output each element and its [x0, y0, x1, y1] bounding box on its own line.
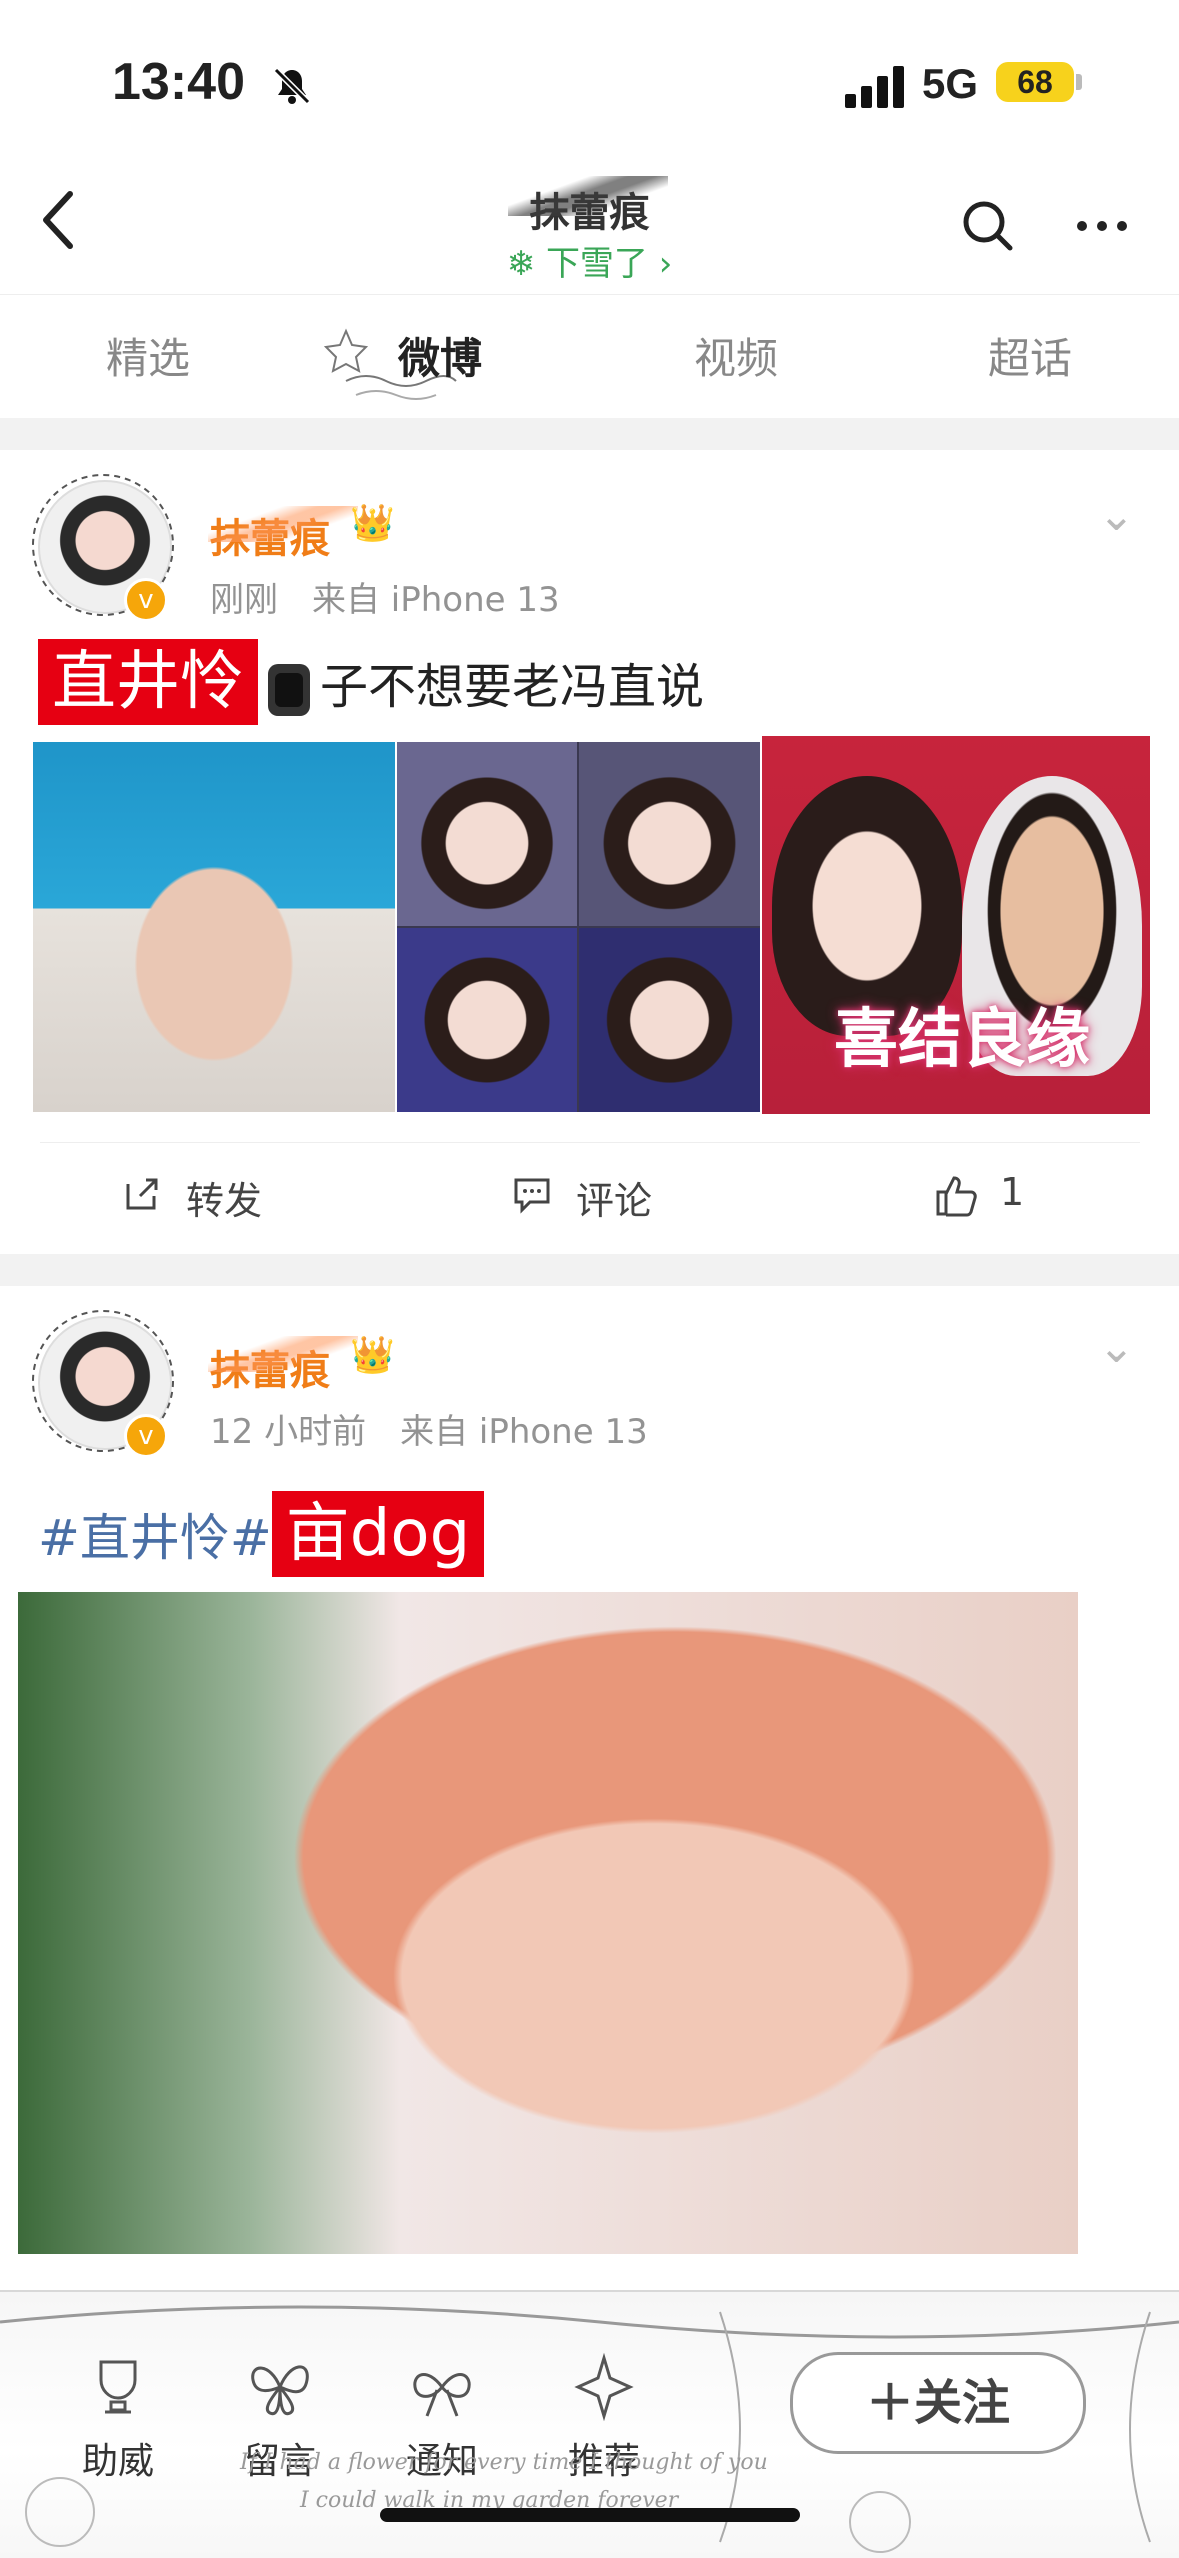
section-divider — [0, 418, 1179, 450]
script-line-1: If I had a flower for every time I thoug… — [240, 2450, 768, 2475]
tab-weibo[interactable]: 微博 — [340, 325, 540, 386]
sparkle-icon — [574, 2352, 634, 2422]
cheer-label: 助威 — [81, 2441, 154, 2482]
post-source: 来自 iPhone 13 — [312, 580, 560, 620]
network-type: 5G — [922, 60, 979, 107]
tab-super-topic[interactable]: 超话 — [930, 325, 1130, 386]
verified-badge: v — [124, 1414, 168, 1458]
tab-featured[interactable]: 精选 — [48, 325, 248, 386]
image-caption: 喜结良缘 — [834, 1003, 1090, 1077]
red-tag: 亩dog — [271, 1491, 485, 1577]
post-image-large[interactable] — [18, 1592, 1078, 2254]
cheer-button[interactable]: 助威 — [58, 2352, 178, 2484]
search-icon — [963, 201, 1013, 251]
post-menu-chevron-icon[interactable]: ⌄ — [1098, 490, 1135, 541]
post-card: v 抹蕾痕 👑 刚刚 来自 iPhone 13 ⌄ 直井怜子不想要老冯直说 喜结… — [0, 450, 1179, 1250]
action-divider — [40, 1142, 1140, 1143]
post-image-3[interactable]: 喜结良缘 — [762, 736, 1150, 1114]
butterfly-icon — [251, 2365, 309, 2416]
post-body: 子不想要老冯直说 — [320, 659, 705, 715]
bow-icon — [413, 2373, 471, 2417]
post-text: #直井怜# 亩dog — [38, 1482, 485, 1577]
more-icon — [1077, 221, 1127, 231]
thumbs-up-icon — [936, 1176, 977, 1217]
post-text: 直井怜 子不想要老冯直说 — [38, 630, 705, 725]
status-bar: 13:40 5G 68 — [0, 0, 1179, 150]
weather-text: 下雪了 › — [545, 244, 673, 284]
comment-label: 评论 — [576, 1179, 653, 1223]
post-time: 12 小时前 — [210, 1412, 367, 1452]
follow-button[interactable]: ＋关注 — [790, 2352, 1086, 2454]
title-scribble — [508, 176, 668, 216]
tab-video[interactable]: 视频 — [636, 325, 836, 386]
repost-label: 转发 — [186, 1179, 263, 1223]
post-image-1[interactable] — [33, 742, 395, 1112]
bell-off-icon — [272, 66, 312, 115]
battery-tip — [1076, 74, 1082, 90]
more-button[interactable] — [1072, 198, 1132, 254]
nav-bar: 抹蕾痕 ❄ 下雪了 › — [0, 150, 1179, 292]
comment-icon — [514, 1178, 550, 1214]
post-source: 来自 iPhone 13 — [400, 1412, 648, 1452]
tab-bar: 精选 微博 视频 超话 — [0, 294, 1179, 417]
repost-icon — [126, 1178, 158, 1210]
watch-icon — [268, 664, 310, 716]
hashtag-link[interactable]: #直井怜# — [38, 1509, 272, 1567]
trophy-icon — [99, 2360, 137, 2414]
post-meta: 12 小时前 来自 iPhone 13 — [210, 1404, 648, 1453]
crown-icon: 👑 — [350, 1335, 395, 1376]
verified-badge: v — [124, 578, 168, 622]
status-time: 13:40 — [112, 53, 245, 111]
search-button[interactable] — [960, 198, 1016, 254]
battery-indicator: 68 — [996, 62, 1074, 102]
section-divider — [0, 1254, 1179, 1286]
post-card: v 抹蕾痕 👑 12 小时前 来自 iPhone 13 ⌄ #直井怜#亩dog — [0, 1286, 1179, 2290]
post-image-2[interactable] — [397, 742, 760, 1112]
post-meta: 刚刚 来自 iPhone 13 — [210, 572, 560, 621]
signal-icon — [845, 66, 907, 108]
snowflake-icon: ❄ — [506, 244, 546, 284]
like-count: 1 — [1000, 1170, 1025, 1214]
crown-icon: 👑 — [350, 503, 395, 544]
post-time: 刚刚 — [210, 580, 278, 620]
red-tag: 直井怜 — [38, 639, 258, 725]
post-menu-chevron-icon[interactable]: ⌄ — [1098, 1322, 1135, 1373]
name-scribble — [208, 1336, 358, 1372]
name-scribble — [208, 506, 358, 542]
home-indicator — [380, 2508, 800, 2522]
